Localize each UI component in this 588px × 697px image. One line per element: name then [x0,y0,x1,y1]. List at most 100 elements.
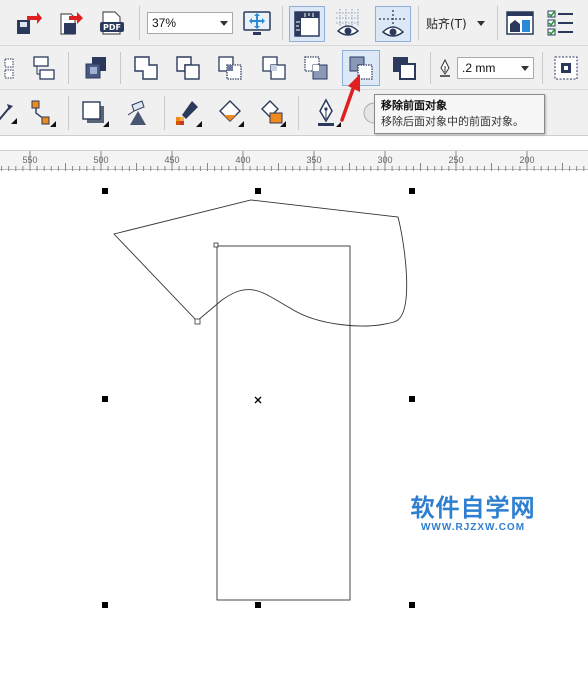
node-handle[interactable] [213,242,219,248]
selection-handles [102,188,415,608]
group-button[interactable] [80,52,112,84]
outline-width-select[interactable]: .2 mm [457,57,534,79]
rulers-icon [294,11,320,37]
back-minus-front-button[interactable] [300,52,332,84]
eyedropper-icon [176,101,202,127]
ruler-label: 350 [306,155,322,165]
outline-pen-indicator [434,56,456,80]
toolbar-separator [139,6,140,40]
snap-to-dropdown[interactable]: 贴齐(T) [426,12,485,34]
attributes-eyedropper-button[interactable] [214,97,246,129]
align-left-icon [4,58,14,79]
trim-button[interactable] [172,52,204,84]
toolbar-separator [542,52,543,84]
zoom-level-select[interactable]: 37% [147,12,233,34]
property-bar: .2 mm [0,46,588,90]
outline-width-value: .2 mm [462,61,496,75]
selection-handle-bottom-right[interactable] [409,602,415,608]
selection-handle-bottom[interactable] [255,602,261,608]
full-screen-preview-button[interactable] [241,7,273,39]
rectangle-shape[interactable] [216,245,351,601]
tooltip-title: 移除前面对象 [381,99,447,112]
align-button[interactable] [0,52,24,84]
selection-handle-top-left[interactable] [102,188,108,194]
checklist-icon [547,10,573,36]
chevron-down-icon [476,20,485,26]
export-button[interactable] [54,7,86,39]
watermark-url: WWW.RJZXW.COM [420,522,526,533]
horizontal-ruler[interactable]: 550 500 450 400 350 300 250 200 [0,150,588,171]
node-handle[interactable] [194,318,201,325]
svg-text:PDF: PDF [103,23,121,32]
create-boundary-button[interactable] [388,52,420,84]
selection-handle-top[interactable] [255,188,261,194]
pdf-icon: PDF [100,11,124,35]
toolbar-separator [120,52,121,84]
snap-to-label: 贴齐(T) [426,16,467,31]
freeform-shape[interactable] [113,199,408,327]
paint-bucket-icon [219,100,244,127]
edit-anchor-icon [31,100,56,127]
selection-handle-bottom-left[interactable] [102,602,108,608]
pen-nib-icon [440,58,450,77]
toolbar-separator [164,96,165,130]
selection-handle-top-right[interactable] [409,188,415,194]
import-button[interactable] [12,7,44,39]
smart-fill-button[interactable] [256,97,288,129]
toolbar-separator [418,6,419,40]
standard-toolbar: PDF 37% 贴齐(T) [0,0,588,46]
chevron-down-icon [220,21,228,26]
intersect-button[interactable] [214,52,246,84]
connector-icon [0,104,17,124]
welcome-screen-button[interactable] [504,7,536,39]
toolbar-separator [497,6,498,40]
tooltip: 移除前面对象 移除后面对象中的前面对象。 [374,94,545,134]
weld-button[interactable] [130,52,162,84]
transparency-tool-button[interactable] [122,97,154,129]
color-eyedropper-button[interactable] [172,97,204,129]
export-icon [60,12,83,35]
ruler-ticks [1,151,585,171]
back-minus-front-icon [304,56,328,80]
to-back-of-layer-button[interactable] [550,52,582,84]
distribute-icon [33,56,55,80]
toolbar-separator [68,96,69,130]
drop-shadow-tool-button[interactable] [78,97,110,129]
ruler-label: 550 [22,155,38,165]
tooltip-description: 移除后面对象中的前面对象。 [381,115,524,128]
connector-tool-button[interactable] [0,97,22,129]
simplify-button[interactable] [258,52,290,84]
drawing-canvas[interactable]: 软件自学网 WWW.RJZXW.COM [0,171,588,697]
show-guidelines-button[interactable] [375,6,411,42]
center-marker-icon[interactable] [254,396,262,404]
order-icon [554,56,578,80]
toolbar-separator [430,52,431,84]
distribute-button[interactable] [28,52,60,84]
watermark: 软件自学网 WWW.RJZXW.COM [398,494,548,534]
options-button[interactable] [544,7,576,39]
drop-shadow-icon [82,101,109,127]
guidelines-eye-icon [379,10,407,37]
import-icon [17,12,42,34]
simplify-icon [262,56,286,80]
ruler-label: 200 [519,155,535,165]
grid-eye-icon [336,9,360,36]
weld-icon [134,56,158,80]
drawing-svg [102,188,415,608]
ruler-label: 500 [93,155,109,165]
selection-handle-right[interactable] [409,396,415,402]
smart-fill-icon [261,100,286,127]
annotation-arrow-icon [340,74,360,122]
dimension-tool-button[interactable] [26,97,58,129]
ruler-label: 400 [235,155,251,165]
selection-handle-left[interactable] [102,396,108,402]
intersect-icon [218,56,242,80]
toolbar-separator [282,6,283,40]
pan-arrows-icon [243,11,271,35]
publish-pdf-button[interactable]: PDF [96,7,128,39]
ruler-label: 300 [377,155,393,165]
zoom-level-value: 37% [152,16,177,30]
combine-icon [85,57,106,79]
show-grid-button[interactable] [332,7,364,39]
show-rulers-button[interactable] [289,6,325,42]
